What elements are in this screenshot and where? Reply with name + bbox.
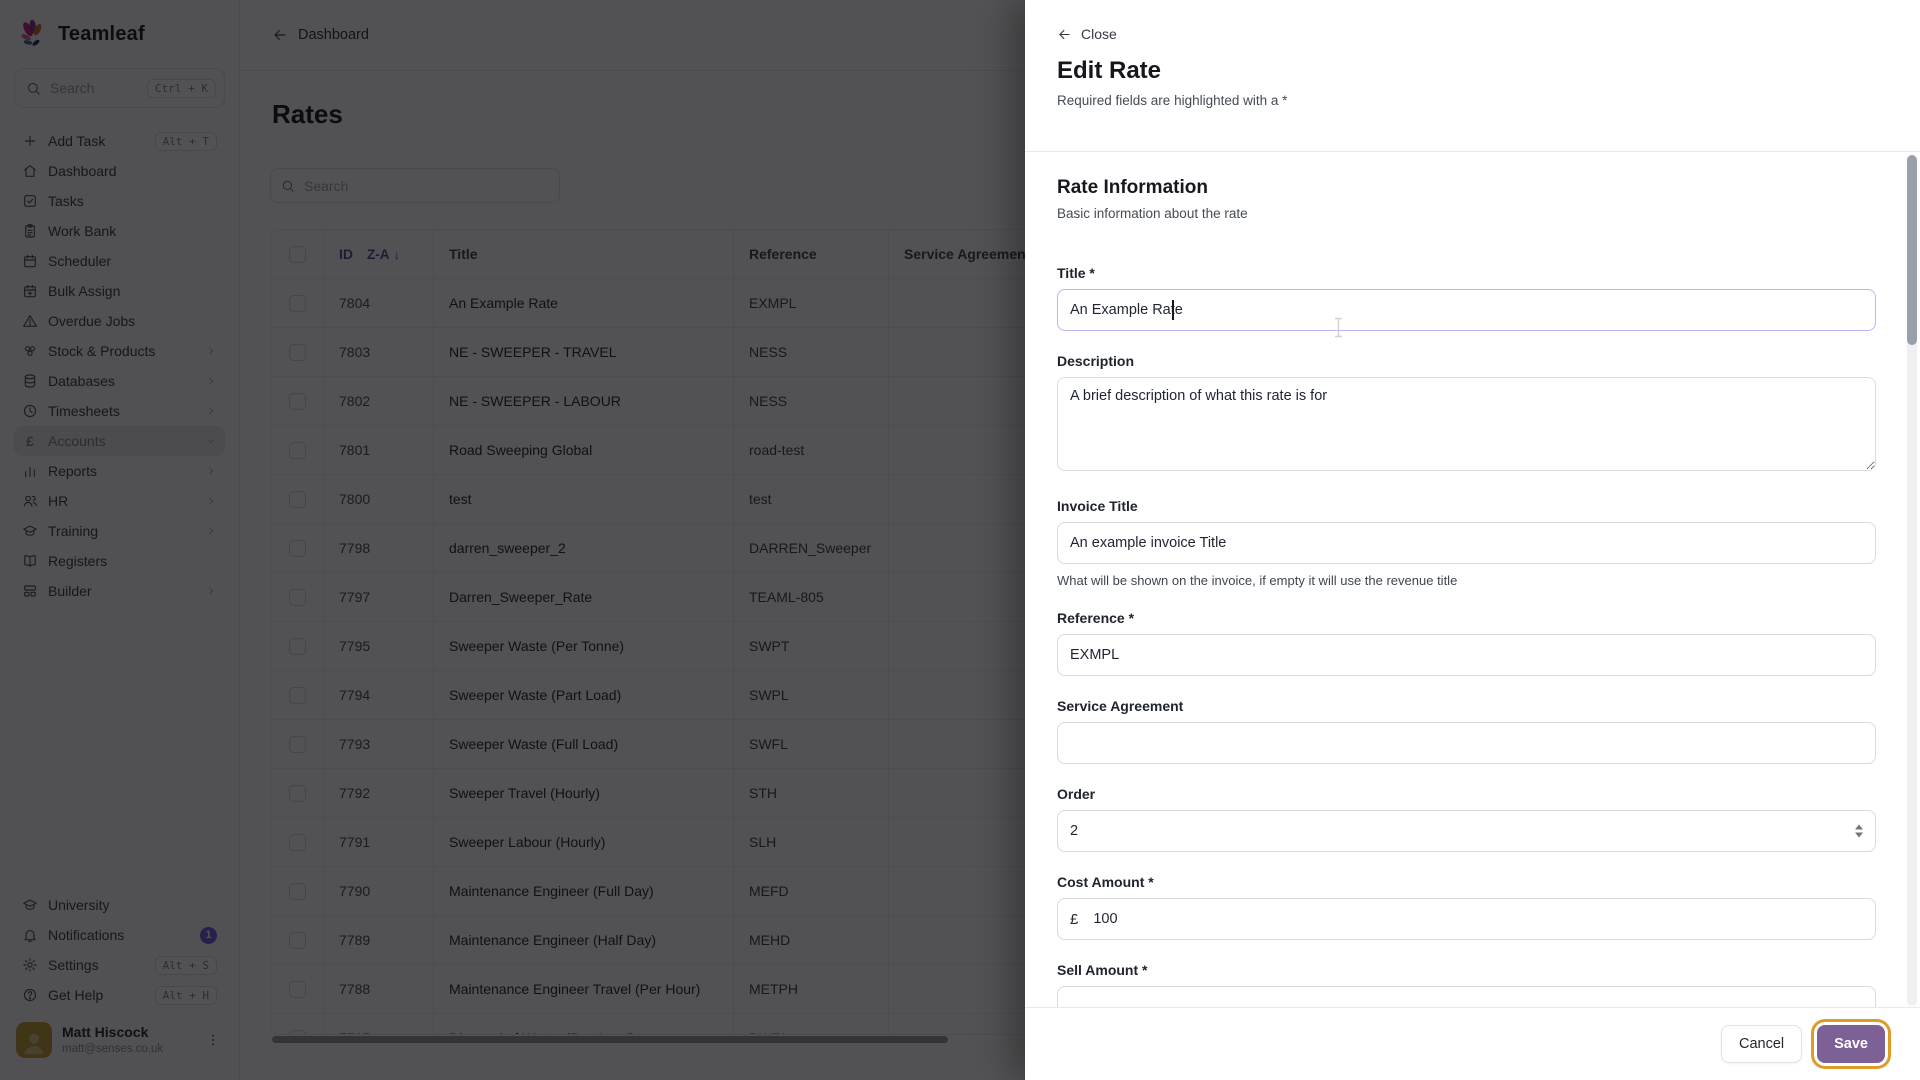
panel-scrollbar-thumb[interactable] <box>1907 155 1917 345</box>
field-description: Description A brief description of what … <box>1057 353 1876 476</box>
text-caret <box>1172 300 1174 320</box>
edit-rate-panel: Close Edit Rate Required fields are high… <box>1025 0 1920 1080</box>
reference-input[interactable] <box>1057 634 1876 676</box>
invoice-title-helper: What will be shown on the invoice, if em… <box>1057 573 1458 588</box>
description-textarea[interactable]: A brief description of what this rate is… <box>1057 377 1876 471</box>
field-sell-amount: Sell Amount * <box>1057 962 1876 1008</box>
service-agreement-input[interactable] <box>1057 722 1876 764</box>
service-agreement-label: Service Agreement <box>1057 698 1184 714</box>
arrow-left-icon <box>1057 27 1072 42</box>
cost-amount-label: Cost Amount * <box>1057 874 1154 890</box>
panel-header: Close Edit Rate Required fields are high… <box>1025 0 1920 152</box>
field-title: Title * <box>1057 265 1876 331</box>
invoice-title-input[interactable] <box>1057 522 1876 564</box>
sell-amount-input[interactable] <box>1057 986 1876 1008</box>
title-input[interactable] <box>1057 289 1876 331</box>
invoice-title-label: Invoice Title <box>1057 498 1138 514</box>
ibeam-cursor <box>1335 317 1342 338</box>
panel-scrollbar-track[interactable] <box>1907 155 1917 1006</box>
panel-title: Edit Rate <box>1057 57 1162 84</box>
field-reference: Reference * <box>1057 610 1876 676</box>
cancel-button[interactable]: Cancel <box>1720 1025 1803 1063</box>
cost-amount-input[interactable] <box>1093 899 1863 939</box>
field-invoice-title: Invoice Title What will be shown on the … <box>1057 498 1876 588</box>
field-cost-amount: Cost Amount * £ <box>1057 874 1876 940</box>
close-button[interactable]: Close <box>1057 26 1117 42</box>
currency-pound-icon: £ <box>1070 910 1079 928</box>
panel-subtitle: Required fields are highlighted with a * <box>1057 93 1288 108</box>
sell-amount-label: Sell Amount * <box>1057 962 1148 978</box>
panel-footer: Cancel Save <box>1025 1007 1920 1080</box>
save-button[interactable]: Save <box>1817 1025 1885 1063</box>
section-title: Rate Information <box>1057 177 1208 198</box>
number-stepper-icon[interactable] <box>1855 824 1863 838</box>
panel-body: Rate Information Basic information about… <box>1025 153 1920 1008</box>
field-order: Order <box>1057 786 1876 852</box>
reference-label: Reference * <box>1057 610 1135 626</box>
description-label: Description <box>1057 353 1135 369</box>
order-input[interactable] <box>1057 810 1876 852</box>
close-label: Close <box>1081 26 1117 42</box>
order-label: Order <box>1057 786 1096 802</box>
title-label: Title * <box>1057 265 1095 281</box>
field-service-agreement: Service Agreement <box>1057 698 1876 764</box>
section-subtitle: Basic information about the rate <box>1057 206 1248 221</box>
